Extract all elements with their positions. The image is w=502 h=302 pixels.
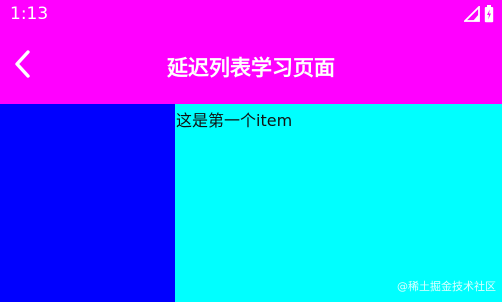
toolbar: 延迟列表学习页面 bbox=[0, 32, 502, 104]
left-panel bbox=[0, 104, 175, 302]
list-item-label: 这是第一个item bbox=[176, 111, 293, 130]
app-bar: 1:13 延迟列表学习页面 bbox=[0, 0, 502, 104]
status-bar: 1:13 bbox=[0, 0, 502, 32]
app-screen: 1:13 延迟列表学习页面 这是第一个item @稀土掘金技术社区 bbox=[0, 0, 502, 302]
list-item[interactable]: 这是第一个item bbox=[175, 104, 502, 132]
watermark: @稀土掘金技术社区 bbox=[397, 280, 496, 293]
page-title: 延迟列表学习页面 bbox=[167, 56, 335, 80]
battery-icon bbox=[484, 5, 494, 27]
status-icons bbox=[462, 4, 494, 27]
status-time: 1:13 bbox=[10, 4, 49, 24]
content-area: 这是第一个item bbox=[0, 104, 502, 302]
signal-icon bbox=[462, 4, 480, 26]
